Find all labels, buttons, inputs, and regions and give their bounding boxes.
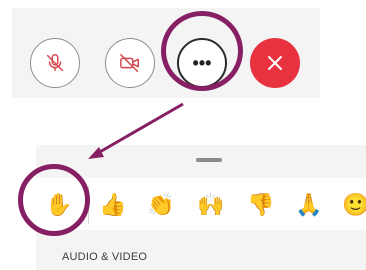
- camera-toggle-button[interactable]: [105, 38, 155, 88]
- thumbs-up-icon: 👍: [99, 192, 127, 217]
- audio-video-section-label: AUDIO & VIDEO: [62, 251, 148, 263]
- clap-icon: 👏: [147, 192, 175, 217]
- reactions-divider: [88, 186, 89, 224]
- reaction-clap-button[interactable]: 👏: [146, 190, 176, 220]
- reactions-tray: ✋ 👍 👏 🙌 👎 🙏 🙂 AUDIO & VIDEO: [36, 145, 366, 270]
- microphone-off-icon: [44, 52, 66, 74]
- leave-call-button[interactable]: [250, 38, 300, 88]
- more-options-button[interactable]: •••: [177, 38, 227, 88]
- pray-icon: 🙏: [295, 192, 323, 217]
- thumbs-down-icon: 👎: [247, 192, 275, 217]
- camera-off-icon: [118, 52, 142, 74]
- reaction-smile-button[interactable]: 🙂: [341, 190, 366, 220]
- drag-handle[interactable]: [196, 158, 222, 162]
- close-icon: [265, 53, 285, 73]
- reaction-pray-button[interactable]: 🙏: [294, 190, 324, 220]
- mute-button[interactable]: [30, 38, 80, 88]
- raise-hand-icon: ✋: [45, 192, 73, 217]
- celebrate-icon: 🙌: [197, 192, 225, 217]
- reactions-row: ✋ 👍 👏 🙌 👎 🙏 🙂: [36, 178, 366, 230]
- reaction-thumbs-up-button[interactable]: 👍: [98, 190, 128, 220]
- smile-icon: 🙂: [342, 192, 366, 217]
- call-controls-bar: •••: [12, 8, 320, 98]
- reaction-thumbs-down-button[interactable]: 👎: [246, 190, 276, 220]
- reaction-celebrate-button[interactable]: 🙌: [196, 190, 226, 220]
- reaction-raise-hand-button[interactable]: ✋: [44, 190, 74, 220]
- more-dots-icon: •••: [192, 52, 212, 73]
